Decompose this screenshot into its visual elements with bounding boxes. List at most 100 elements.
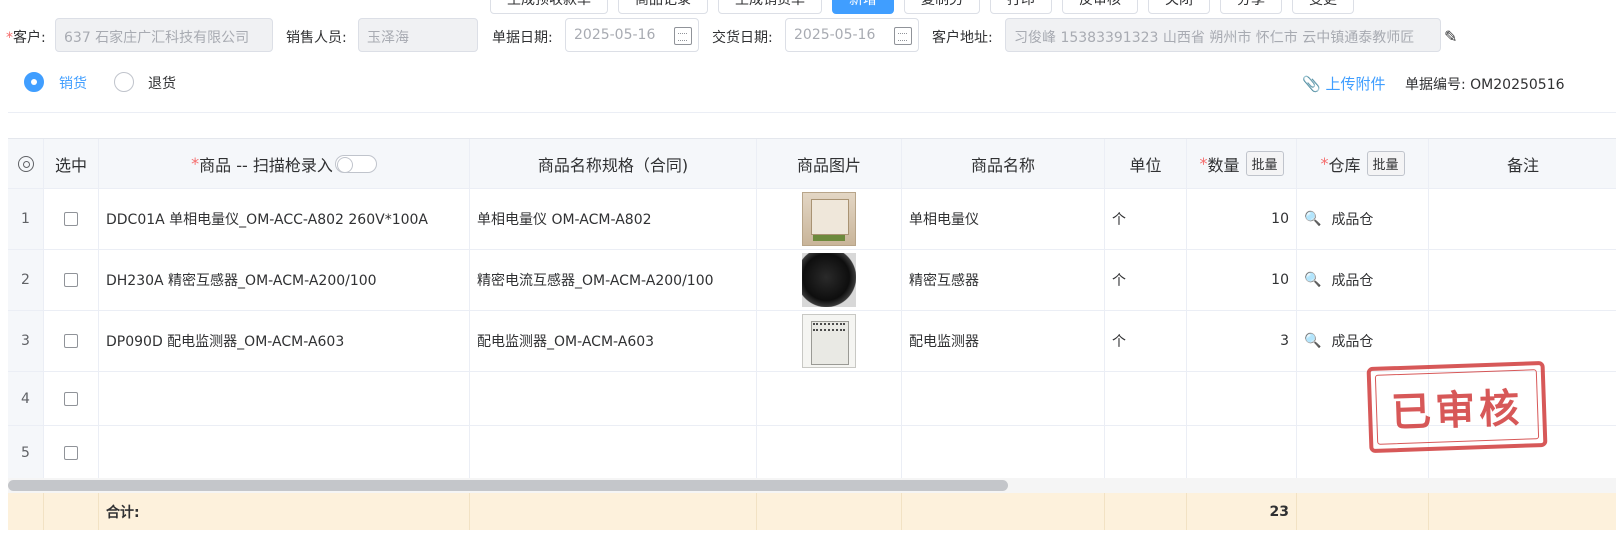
footer-warehouse-cell (1297, 493, 1429, 530)
qty-cell[interactable] (1187, 372, 1297, 425)
doc-date-input[interactable]: 2025-05-16 (565, 18, 699, 52)
row-index: 2 (8, 250, 44, 310)
footer-spec-cell (470, 493, 757, 530)
spec-cell[interactable]: 精密电流互感器_OM-ACM-A200/100 (470, 250, 757, 310)
generate-sales-doc-button[interactable]: 生成销货单 (718, 0, 822, 14)
warehouse-batch-button[interactable]: 批量 (1366, 151, 1405, 176)
header-qty: * 数量 批量 (1187, 139, 1297, 188)
product-cell[interactable] (99, 426, 470, 479)
table-footer-row: 合计: 23 (8, 493, 1616, 530)
close-button[interactable]: 关闭 (1148, 0, 1210, 14)
qty-cell[interactable]: 3 (1187, 311, 1297, 371)
return-radio[interactable] (114, 72, 134, 92)
row-index: 3 (8, 311, 44, 371)
image-cell (757, 189, 902, 249)
warehouse-cell[interactable]: 🔍 成品仓 (1297, 250, 1429, 310)
sale-radio[interactable] (24, 72, 44, 92)
gear-icon[interactable] (17, 155, 34, 172)
generate-prepayment-button[interactable]: 生成预收款单 (490, 0, 608, 14)
row-index: 1 (8, 189, 44, 249)
product-history-button[interactable]: 商品记录 (618, 0, 708, 14)
product-cell[interactable]: DDC01A 单相电量仪_OM-ACC-A802 260V*100A (99, 189, 470, 249)
header-name: 商品名称 (902, 139, 1105, 188)
delivery-date-value: 2025-05-16 (794, 27, 876, 43)
product-image[interactable] (802, 253, 856, 307)
column-settings-cell[interactable] (8, 139, 44, 188)
approved-stamp: 已审核 (1366, 360, 1548, 454)
edit-icon[interactable]: ✎ (1444, 27, 1457, 46)
unit-cell (1105, 426, 1187, 479)
image-cell (757, 426, 902, 479)
search-icon[interactable]: 🔍 (1304, 272, 1321, 288)
qty-batch-button[interactable]: 批量 (1245, 151, 1284, 176)
delivery-date-label: 交货日期: (712, 30, 773, 46)
print-button[interactable]: 打印 (990, 0, 1052, 14)
calendar-icon[interactable] (674, 27, 692, 45)
action-toolbar: 生成预收款单 商品记录 生成销货单 新增 复制另 打印 反审核 关闭 分享 变更 (490, 0, 1354, 14)
image-cell (757, 372, 902, 425)
name-cell (902, 426, 1105, 479)
change-button[interactable]: 变更 (1292, 0, 1354, 14)
copy-button[interactable]: 复制另 (904, 0, 980, 14)
name-cell (902, 372, 1105, 425)
product-cell[interactable]: DH230A 精密互感器_OM-ACM-A200/100 (99, 250, 470, 310)
spec-cell[interactable]: 单相电量仪 OM-ACM-A802 (470, 189, 757, 249)
delivery-date-input[interactable]: 2025-05-16 (785, 18, 919, 52)
return-radio-label[interactable]: 退货 (148, 73, 176, 93)
address-label: 客户地址: (932, 30, 993, 46)
product-cell[interactable] (99, 372, 470, 425)
row-checkbox[interactable] (64, 273, 78, 287)
table-row[interactable]: 2 DH230A 精密互感器_OM-ACM-A200/100 精密电流互感器_O… (8, 250, 1616, 311)
customer-label: *客户: (6, 30, 46, 46)
upload-attachment-link[interactable]: 📎 上传附件 (1302, 73, 1385, 94)
table-row[interactable]: 3 DP090D 配电监测器_OM-ACM-A603 配电监测器_OM-ACM-… (8, 311, 1616, 372)
image-cell (757, 250, 902, 310)
table-header-row: 选中 * 商品 -- 扫描枪录入 商品名称规格（合同) 商品图片 商品名称 单位 … (8, 139, 1616, 189)
header-remark: 备注 (1429, 139, 1616, 188)
table-row[interactable]: 1 DDC01A 单相电量仪_OM-ACC-A802 260V*100A 单相电… (8, 189, 1616, 250)
row-select-cell (44, 189, 99, 249)
share-button[interactable]: 分享 (1220, 0, 1282, 14)
row-checkbox[interactable] (64, 445, 78, 460)
remark-cell[interactable] (1429, 250, 1616, 310)
row-select-cell (44, 250, 99, 310)
row-index: 5 (8, 426, 44, 479)
footer-index-cell (8, 493, 44, 530)
footer-select-cell (44, 493, 99, 530)
calendar-icon[interactable] (894, 27, 912, 45)
warehouse-cell[interactable]: 🔍 成品仓 (1297, 311, 1429, 371)
product-image[interactable] (802, 192, 856, 246)
spec-cell[interactable] (470, 372, 757, 425)
spec-cell[interactable]: 配电监测器_OM-ACM-A603 (470, 311, 757, 371)
product-image[interactable] (802, 314, 856, 368)
horizontal-scrollbar-thumb[interactable] (8, 480, 1008, 491)
address-input[interactable]: 习俊峰 15383391323 山西省 朔州市 怀仁市 云中镇通泰教师匠 (1005, 18, 1441, 52)
customer-input[interactable]: 637 石家庄广汇科技有限公司 (55, 18, 273, 52)
scanner-toggle[interactable] (334, 154, 377, 173)
qty-cell[interactable]: 10 (1187, 189, 1297, 249)
header-warehouse: * 仓库 批量 (1297, 139, 1429, 188)
row-checkbox[interactable] (64, 391, 78, 406)
search-icon[interactable]: 🔍 (1304, 333, 1321, 349)
warehouse-cell[interactable]: 🔍 成品仓 (1297, 189, 1429, 249)
qty-cell[interactable] (1187, 426, 1297, 479)
remark-cell[interactable] (1429, 189, 1616, 249)
row-checkbox[interactable] (64, 212, 78, 226)
spec-cell[interactable] (470, 426, 757, 479)
salesperson-input[interactable]: 玉泽海 (358, 18, 478, 52)
unit-cell: 个 (1105, 250, 1187, 310)
row-checkbox[interactable] (64, 334, 78, 348)
unapprove-button[interactable]: 反审核 (1062, 0, 1138, 14)
unit-cell: 个 (1105, 189, 1187, 249)
product-cell[interactable]: DP090D 配电监测器_OM-ACM-A603 (99, 311, 470, 371)
header-select: 选中 (44, 139, 99, 188)
add-new-button[interactable]: 新增 (832, 0, 894, 14)
row-select-cell (44, 426, 99, 479)
row-index: 4 (8, 372, 44, 425)
qty-cell[interactable]: 10 (1187, 250, 1297, 310)
search-icon[interactable]: 🔍 (1304, 211, 1321, 227)
paperclip-icon: 📎 (1302, 75, 1321, 93)
divider (8, 112, 1616, 113)
sale-radio-label[interactable]: 销货 (59, 73, 87, 93)
footer-qty-total: 23 (1187, 493, 1297, 530)
